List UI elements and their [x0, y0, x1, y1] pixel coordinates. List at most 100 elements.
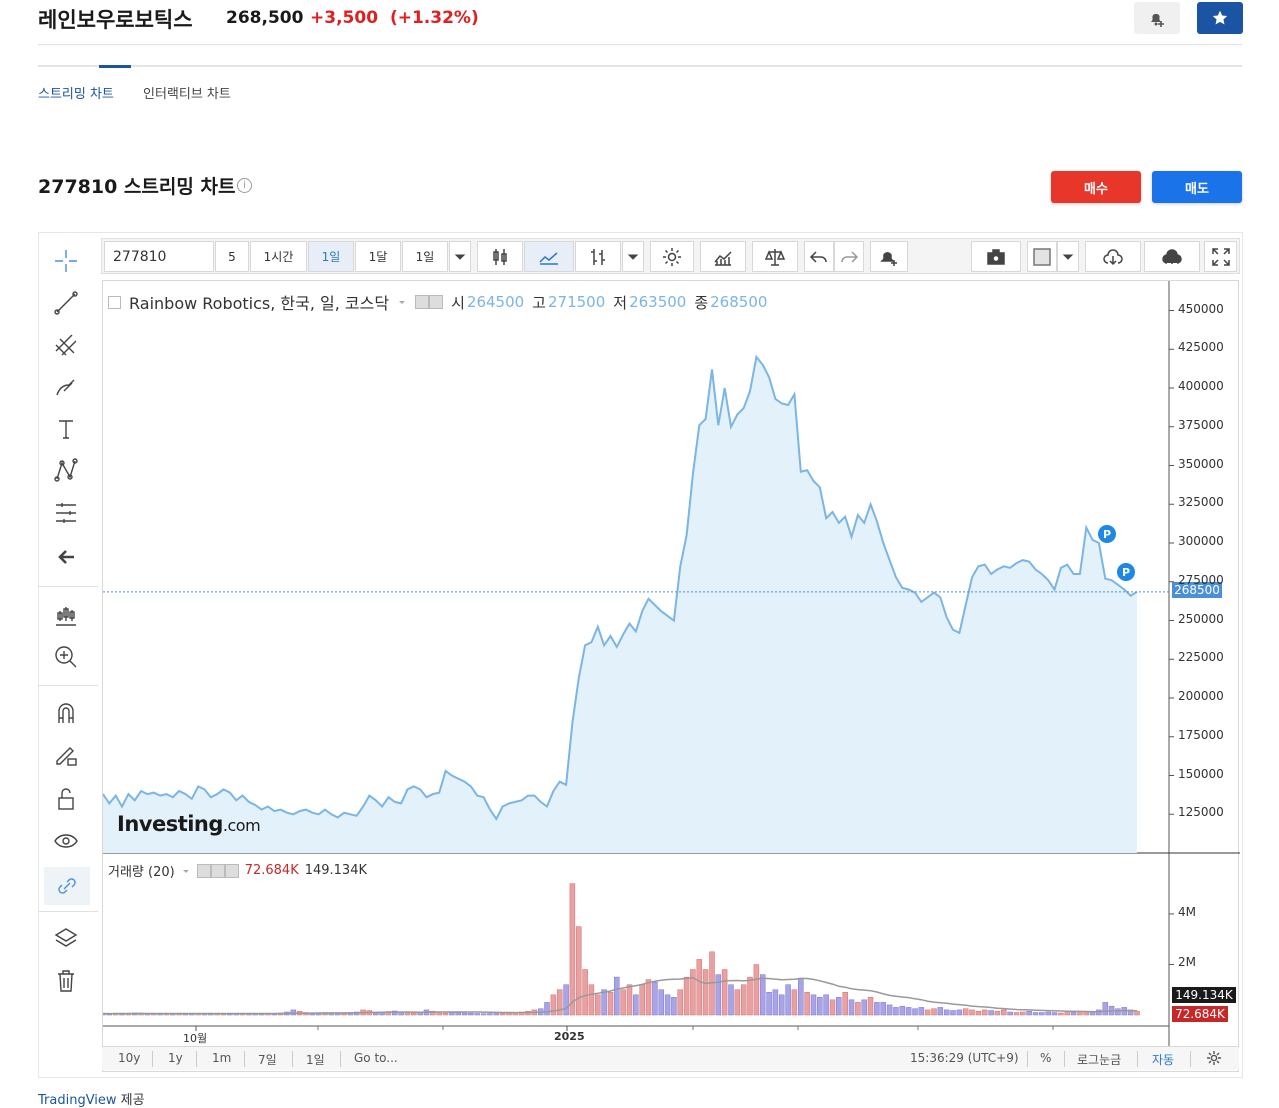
volume-bar [855, 1002, 861, 1016]
volume-tick-label: 4M [1178, 904, 1196, 919]
volume-bar [728, 984, 734, 1016]
fib-tool[interactable] [50, 329, 82, 361]
range-1y[interactable]: 1y [168, 1051, 183, 1065]
event-marker[interactable]: P [1098, 525, 1116, 543]
bar-style-button[interactable] [575, 241, 621, 272]
caret-down-icon[interactable] [181, 866, 191, 876]
logo-suffix: .com [222, 816, 261, 835]
volume-bar [842, 992, 848, 1016]
tab-streaming-chart[interactable]: 스트리밍 차트 [38, 83, 114, 102]
star-icon [1212, 10, 1228, 25]
brush-tool[interactable] [50, 371, 82, 403]
interval-dropdown[interactable] [449, 241, 471, 272]
percent-toggle[interactable]: % [1040, 1051, 1051, 1065]
caret-down-icon[interactable] [397, 297, 407, 307]
volume-bar [696, 959, 703, 1016]
trend-line-tool[interactable] [50, 287, 82, 319]
collapse-icon[interactable] [108, 295, 121, 309]
range-1d[interactable]: 1일 [306, 1051, 325, 1068]
undo-button[interactable] [804, 241, 834, 272]
clock-time[interactable]: 15:36:29 (UTC+9) [910, 1051, 1019, 1065]
goto-button[interactable]: Go to... [354, 1051, 398, 1065]
chart-pane[interactable] [102, 280, 1240, 1073]
visibility-toggle-icon[interactable] [415, 295, 430, 309]
undo-icon [809, 250, 827, 263]
magnet-tool[interactable] [50, 697, 82, 729]
remove-small-icon[interactable] [224, 863, 239, 878]
volume-bar [981, 1009, 988, 1016]
volume-badge: 72.684K [1172, 1006, 1228, 1022]
tab-interactive-chart[interactable]: 인터랙티브 차트 [143, 83, 231, 102]
candlestick-button[interactable] [477, 241, 523, 272]
volume-bar [766, 992, 772, 1016]
measure-icon [56, 503, 76, 523]
candlestick-icon [493, 248, 507, 265]
lock-tool[interactable] [50, 783, 82, 815]
chart-type-dropdown[interactable] [622, 241, 644, 272]
volume-bar [1064, 1012, 1070, 1016]
change-value: +3,500 [310, 8, 379, 28]
theme-button[interactable] [1027, 241, 1057, 272]
interval-5[interactable]: 5 [215, 241, 249, 272]
sync-tool[interactable] [44, 867, 90, 905]
settings-button[interactable] [650, 241, 694, 272]
area-chart-button[interactable] [524, 241, 574, 272]
tradingview-link[interactable]: TradingView [38, 1093, 117, 1108]
sell-button[interactable]: 매도 [1152, 171, 1242, 203]
settings-small-icon[interactable] [429, 295, 444, 309]
range-10y[interactable]: 10y [118, 1051, 140, 1065]
load-layout-button[interactable] [1085, 241, 1141, 272]
log-scale-toggle[interactable]: 로그눈금 [1077, 1051, 1121, 1068]
volume-bar [994, 1010, 1001, 1016]
save-layout-button[interactable] [1144, 241, 1200, 272]
volume-bar [950, 1010, 956, 1016]
auto-scale-toggle[interactable]: 자동 [1152, 1051, 1174, 1068]
object-tree-tool[interactable] [50, 923, 82, 955]
interval-custom[interactable]: 1일 [402, 241, 448, 272]
arrow-left-icon [58, 550, 74, 564]
measure-tool[interactable] [50, 497, 82, 529]
price-tick-label: 400000 [1178, 379, 1224, 393]
area-chart-icon [539, 251, 558, 265]
snapshot-button[interactable] [971, 241, 1021, 272]
crosshair-tool[interactable] [50, 245, 82, 277]
volume-bar [652, 981, 658, 1016]
add-alert-button[interactable] [1134, 2, 1180, 34]
zoom-tool[interactable] [50, 641, 82, 673]
compare-button[interactable] [752, 241, 798, 272]
text-tool[interactable] [50, 413, 82, 445]
candles-icon [56, 607, 76, 626]
interval-1h[interactable]: 1시간 [250, 241, 307, 272]
pitchfork-icon [55, 334, 77, 356]
remove-drawings-tool[interactable] [50, 965, 82, 997]
volume-bar [1083, 1012, 1089, 1016]
pattern-tool[interactable] [50, 455, 82, 487]
volume-bar [601, 989, 607, 1016]
visibility-tool[interactable] [50, 825, 82, 857]
price-tick-label: 125000 [1178, 805, 1224, 820]
buy-button[interactable]: 매수 [1051, 171, 1141, 203]
price-chart[interactable] [103, 281, 1240, 1073]
interval-1d[interactable]: 1일 [308, 241, 354, 272]
favorite-button[interactable] [1197, 2, 1243, 34]
symbol-input[interactable]: 277810 [104, 241, 214, 272]
settings-small-icon[interactable] [210, 863, 225, 878]
indicators-button[interactable] [700, 241, 746, 272]
fullscreen-icon [1211, 247, 1230, 266]
gear-icon[interactable] [1206, 1050, 1222, 1066]
range-7d[interactable]: 7일 [258, 1051, 277, 1068]
indicators-tool[interactable] [50, 599, 82, 631]
fullscreen-button[interactable] [1204, 241, 1237, 272]
link-icon [58, 878, 76, 894]
range-1m[interactable]: 1m [212, 1051, 231, 1065]
tab-divider [38, 65, 1242, 67]
info-icon[interactable]: i [237, 178, 252, 193]
redo-button[interactable] [834, 241, 864, 272]
hide-toolbar-button[interactable] [50, 541, 82, 573]
alert-button[interactable] [870, 241, 908, 272]
lock-drawing-tool[interactable] [50, 739, 82, 771]
visibility-toggle-icon[interactable] [196, 863, 211, 878]
interval-1m[interactable]: 1달 [355, 241, 401, 272]
event-marker[interactable]: P [1117, 563, 1135, 581]
theme-dropdown[interactable] [1057, 241, 1079, 272]
